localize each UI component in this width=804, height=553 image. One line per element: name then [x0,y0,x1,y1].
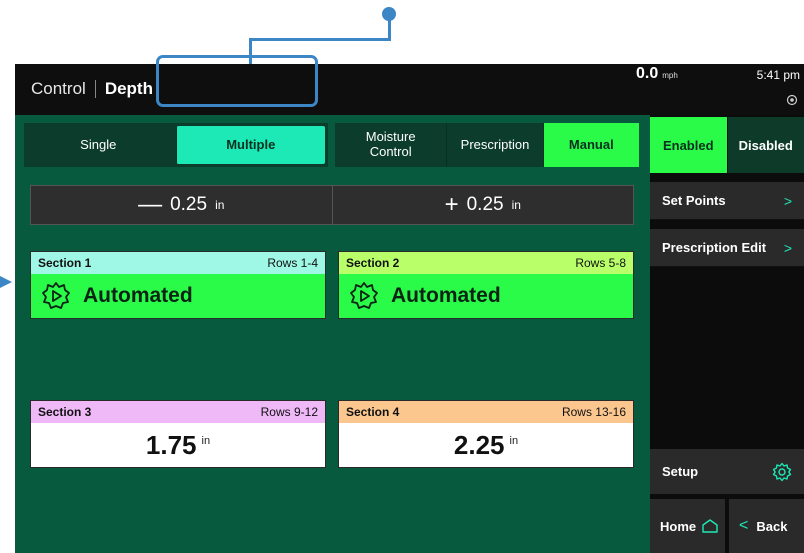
section-header: Section 3 Rows 9-12 [31,401,325,423]
gear-play-icon [350,282,378,309]
section-name: Section 4 [346,405,400,419]
title-prefix: Control [31,79,86,98]
setup-button[interactable]: Setup [650,449,804,494]
gear-icon [772,462,792,481]
mode-selector: Single Multiple [24,123,328,167]
depth-unit: in [201,435,211,447]
sidebar: Enabled Disabled Set Points > Prescripti… [650,115,804,553]
status-text: Automated [83,284,193,307]
section-name: Section 3 [38,405,92,419]
depth-value: 2.25 [453,429,505,460]
section-name: Section 1 [38,256,92,270]
increase-value: 0.25 [466,194,504,215]
decrease-depth-button[interactable]: — 0.25 in [31,186,332,224]
tab-manual[interactable]: Manual [542,123,639,167]
section-rows: Rows 13-16 [561,405,626,419]
back-button[interactable]: < Back [729,499,804,553]
chevron-left-icon: < [739,517,749,534]
disabled-button[interactable]: Disabled [726,117,804,173]
tab-single[interactable]: Single [24,123,173,167]
title-main: Depth [104,79,153,98]
depth-unit: in [509,435,519,447]
tab-multiple[interactable]: Multiple [175,126,325,164]
tab-moisture-control[interactable]: Moisture Control [335,123,447,167]
prescription-edit-button[interactable]: Prescription Edit > [650,229,804,267]
decrease-unit: in [215,198,225,212]
set-points-button[interactable]: Set Points > [650,182,804,220]
speed-unit: mph [662,71,678,80]
speed-readout: 0.0 mph [636,65,678,83]
status-text: Automated [391,284,501,307]
set-points-label: Set Points [662,193,726,208]
depth-value: 1.75 [145,429,197,460]
prescription-edit-label: Prescription Edit [662,240,767,255]
section-header: Section 1 Rows 1-4 [31,252,325,274]
control-selector: Moisture Control Prescription Manual [335,123,639,167]
home-label: Home [660,518,697,534]
decrease-value: 0.25 [170,194,208,215]
minus-icon: — [138,191,163,218]
enable-toggle: Enabled Disabled [650,117,804,173]
section-card-3[interactable]: Section 3 Rows 9-12 1.75 in [30,400,326,468]
section-status: Automated [339,274,633,318]
section-rows: Rows 1-4 [267,256,318,270]
home-icon [702,519,718,533]
section-header: Section 4 Rows 13-16 [339,401,633,423]
speed-value: 0.0 [636,65,659,82]
gear-play-icon [42,282,70,309]
device-screen: Control Depth 0.0 mph 5:41 pm Single Mul… [15,64,804,553]
top-bar: Control Depth 0.0 mph 5:41 pm [15,64,804,115]
chevron-right-icon: > [783,192,792,209]
enabled-button[interactable]: Enabled [650,117,727,173]
main-panel: Single Multiple Moisture Control Prescri… [15,115,650,553]
chevron-right-icon: > [783,239,792,256]
increase-unit: in [511,198,521,212]
setup-label: Setup [662,464,699,479]
section-rows: Rows 5-8 [575,256,626,270]
section-depth: 2.25 in [339,423,633,467]
back-label: Back [756,518,788,534]
increase-depth-button[interactable]: + 0.25 in [331,186,634,224]
page-title: Control Depth [31,79,153,99]
section-name: Section 2 [346,256,400,270]
gps-signal-icon [786,94,798,106]
section-depth: 1.75 in [31,423,325,467]
section-card-2[interactable]: Section 2 Rows 5-8 Automated [338,251,634,319]
section-status: Automated [31,274,325,318]
section-card-1[interactable]: Section 1 Rows 1-4 Automated [30,251,326,319]
tab-prescription[interactable]: Prescription [446,123,543,167]
depth-adjust-bar: — 0.25 in + 0.25 in [30,185,634,225]
section-header: Section 2 Rows 5-8 [339,252,633,274]
callout-arrow [0,276,12,288]
callout-line [249,38,391,41]
clock: 5:41 pm [756,68,800,82]
title-divider [94,80,96,98]
plus-icon: + [444,191,459,218]
home-button[interactable]: Home [650,499,725,553]
section-card-4[interactable]: Section 4 Rows 13-16 2.25 in [338,400,634,468]
section-rows: Rows 9-12 [260,405,318,419]
